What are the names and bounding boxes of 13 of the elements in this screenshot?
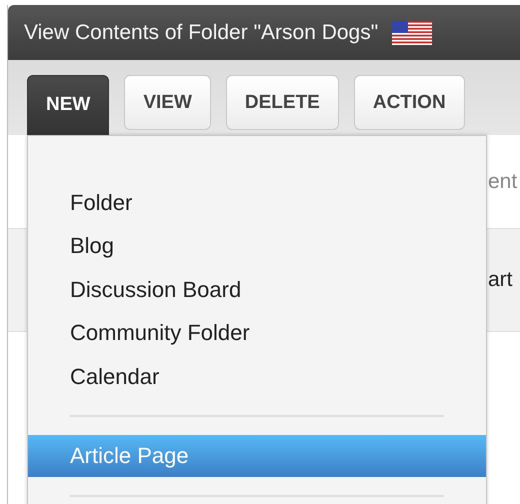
menu-item[interactable]: Discussion Board [28, 268, 486, 312]
menu-item[interactable]: Community Folder [28, 312, 486, 355]
toolbar-button[interactable]: DELETE [226, 75, 339, 130]
menu-item[interactable]: Calendar [28, 355, 486, 398]
window-title: View Contents of Folder "Arson Dogs" [24, 20, 378, 44]
toolbar-button[interactable]: ACTION [354, 75, 465, 130]
row-text: art [488, 268, 513, 292]
toolbar-button[interactable]: NEW [27, 75, 110, 135]
menu-item[interactable]: Blog [28, 224, 486, 268]
toolbar-button[interactable]: VIEW [124, 75, 211, 130]
row-text: ent [488, 170, 518, 194]
menu-item[interactable]: Folder [28, 181, 486, 224]
flag-icon [392, 20, 432, 44]
